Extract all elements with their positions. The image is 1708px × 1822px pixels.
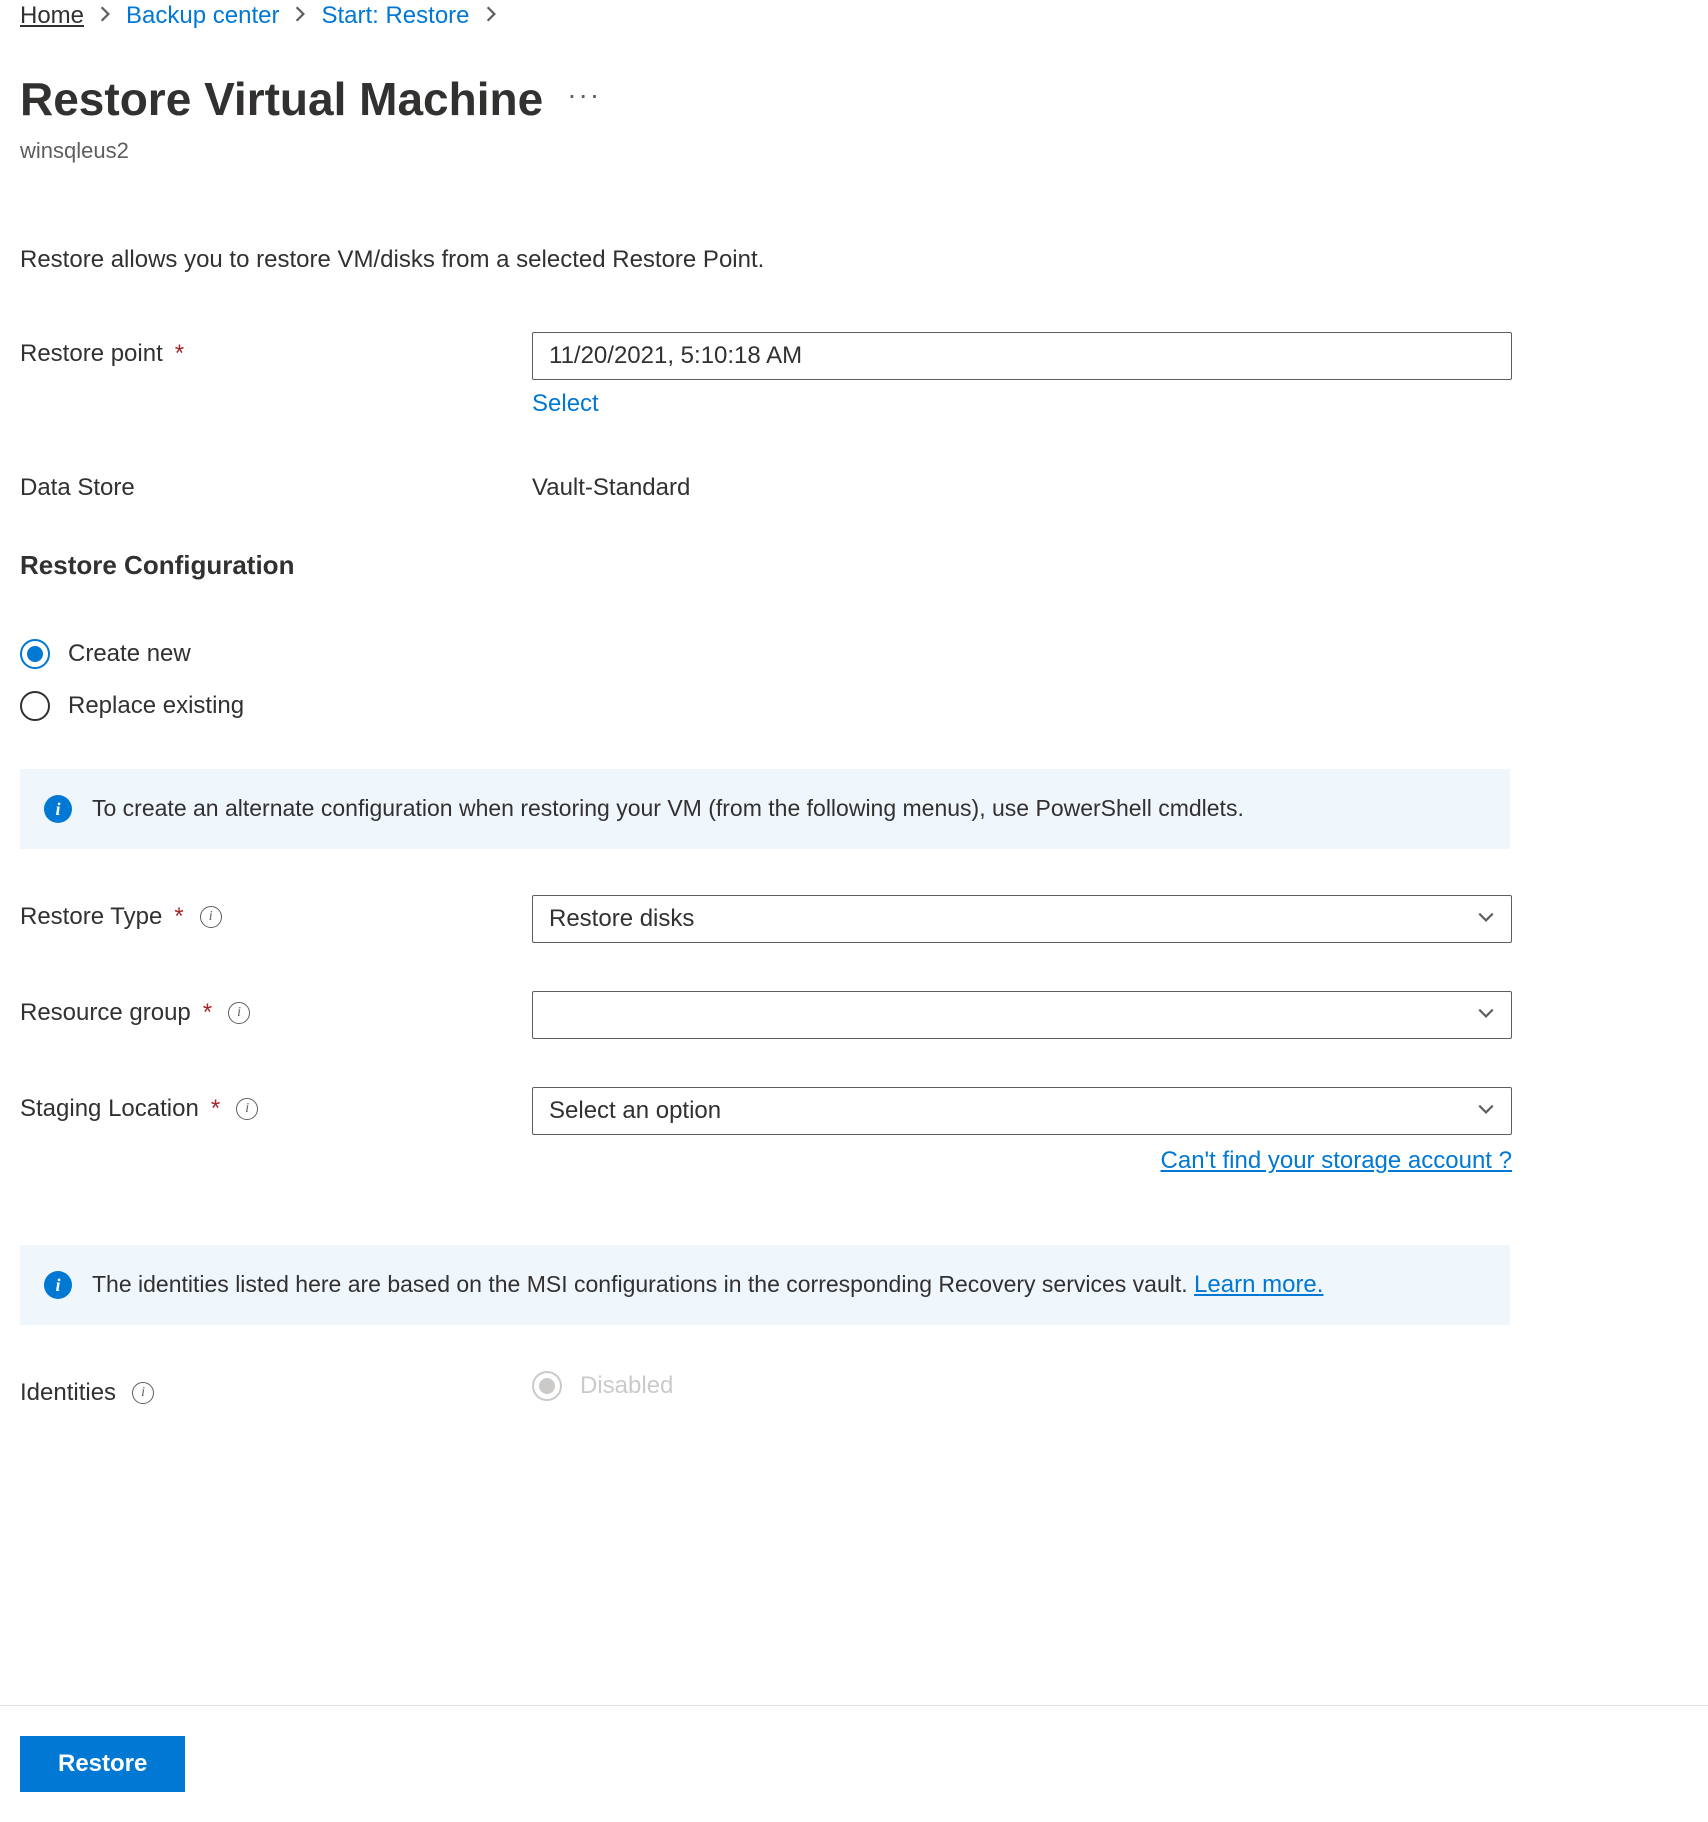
- restore-type-label: Restore Type: [20, 903, 162, 931]
- resource-group-label: Resource group: [20, 999, 191, 1027]
- restore-type-value: Restore disks: [549, 905, 694, 933]
- required-indicator: *: [203, 999, 212, 1027]
- restore-type-select[interactable]: Restore disks: [532, 895, 1512, 943]
- radio-identities-disabled: Disabled: [532, 1371, 1512, 1401]
- radio-icon: [532, 1371, 562, 1401]
- chevron-down-icon: [1477, 1001, 1495, 1029]
- alt-config-banner-text: To create an alternate configuration whe…: [92, 795, 1244, 822]
- breadcrumb-start-restore[interactable]: Start: Restore: [321, 2, 469, 30]
- radio-create-new-label: Create new: [68, 640, 191, 668]
- breadcrumb-backup-center[interactable]: Backup center: [126, 2, 279, 30]
- required-indicator: *: [175, 340, 184, 368]
- info-icon[interactable]: i: [236, 1098, 258, 1120]
- alt-config-banner: i To create an alternate configuration w…: [20, 769, 1510, 849]
- info-icon: i: [44, 1271, 72, 1299]
- restore-point-label: Restore point: [20, 340, 163, 368]
- radio-replace-existing-label: Replace existing: [68, 692, 244, 720]
- chevron-down-icon: [1477, 905, 1495, 933]
- info-icon: i: [44, 795, 72, 823]
- learn-more-link[interactable]: Learn more.: [1194, 1271, 1323, 1298]
- chevron-down-icon: [1477, 1097, 1495, 1125]
- page-subtitle: winsqleus2: [20, 138, 1688, 164]
- footer: Restore: [0, 1705, 1708, 1822]
- staging-location-label: Staging Location: [20, 1095, 199, 1123]
- restore-configuration-heading: Restore Configuration: [20, 550, 1520, 581]
- page-title: Restore Virtual Machine: [20, 72, 543, 126]
- radio-icon: [20, 639, 50, 669]
- restore-config-radio-group: Create new Replace existing: [20, 639, 1520, 721]
- data-store-label: Data Store: [20, 474, 135, 502]
- intro-text: Restore allows you to restore VM/disks f…: [20, 246, 1688, 274]
- required-indicator: *: [211, 1095, 220, 1123]
- more-actions-icon[interactable]: ···: [567, 79, 601, 119]
- identities-banner-text: The identities listed here are based on …: [92, 1271, 1323, 1299]
- chevron-right-icon: [291, 2, 309, 30]
- chevron-right-icon: [482, 2, 500, 30]
- restore-point-input[interactable]: [532, 332, 1512, 380]
- chevron-right-icon: [96, 2, 114, 30]
- restore-button[interactable]: Restore: [20, 1736, 185, 1792]
- info-icon[interactable]: i: [228, 1002, 250, 1024]
- radio-replace-existing[interactable]: Replace existing: [20, 691, 1520, 721]
- radio-create-new[interactable]: Create new: [20, 639, 1520, 669]
- identities-disabled-label: Disabled: [580, 1372, 673, 1400]
- staging-location-select[interactable]: Select an option: [532, 1087, 1512, 1135]
- data-store-value: Vault-Standard: [532, 466, 1512, 502]
- breadcrumb: Home Backup center Start: Restore: [20, 2, 1688, 30]
- required-indicator: *: [174, 903, 183, 931]
- info-icon[interactable]: i: [200, 906, 222, 928]
- identities-banner: i The identities listed here are based o…: [20, 1245, 1510, 1325]
- radio-icon: [20, 691, 50, 721]
- staging-location-placeholder: Select an option: [549, 1097, 721, 1125]
- resource-group-select[interactable]: [532, 991, 1512, 1039]
- breadcrumb-home[interactable]: Home: [20, 2, 84, 30]
- find-storage-account-link[interactable]: Can't find your storage account ?: [1161, 1147, 1512, 1174]
- identities-label: Identities: [20, 1379, 116, 1407]
- select-restore-point-link[interactable]: Select: [532, 390, 1512, 418]
- info-icon[interactable]: i: [132, 1382, 154, 1404]
